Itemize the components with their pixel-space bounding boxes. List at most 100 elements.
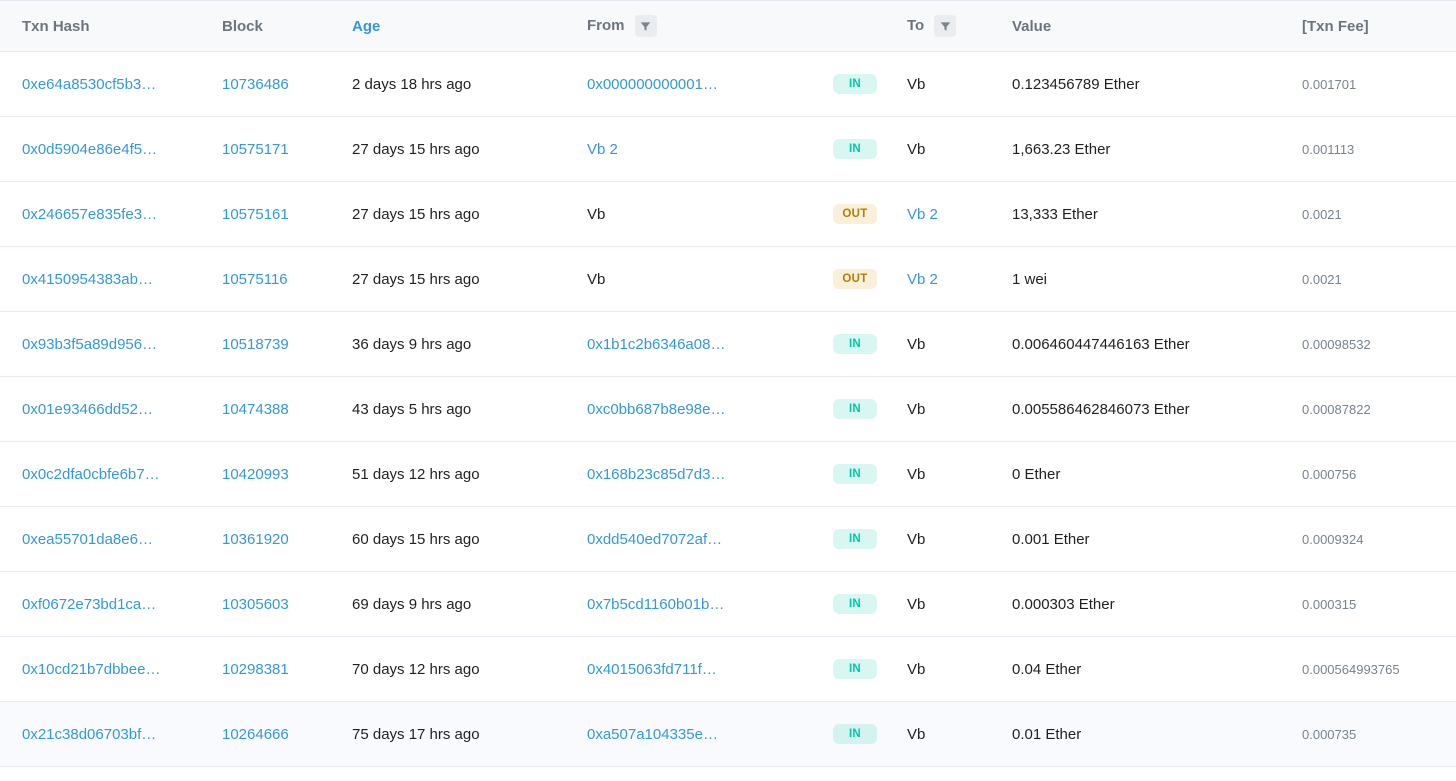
block-link[interactable]: 10361920 <box>222 531 289 548</box>
txn-hash-link[interactable]: 0x0c2dfa0cbfe6b7… <box>22 466 160 483</box>
direction-badge-out: OUT <box>833 204 877 224</box>
txn-hash-link[interactable]: 0xe64a8530cf5b3… <box>22 76 156 93</box>
value-cell: 0.01 Ether <box>1000 702 1290 767</box>
fee-cell: 0.0021 <box>1302 272 1342 287</box>
direction-badge-in: IN <box>833 594 877 614</box>
table-row: 0x246657e835fe3… 10575161 27 days 15 hrs a… <box>0 182 1456 247</box>
direction-badge-in: IN <box>833 529 877 549</box>
from-address[interactable]: 0xdd540ed7072af… <box>587 531 722 548</box>
age-cell: 2 days 18 hrs ago <box>340 52 575 117</box>
to-address: Vb <box>907 401 925 418</box>
value-cell: 1 wei <box>1000 247 1290 312</box>
block-link[interactable]: 10575161 <box>222 206 289 223</box>
block-link[interactable]: 10298381 <box>222 661 289 678</box>
column-header-to[interactable]: To <box>895 1 1000 52</box>
from-address[interactable]: 0x1b1c2b6346a08… <box>587 336 725 353</box>
fee-cell: 0.000735 <box>1302 727 1356 742</box>
age-cell: 27 days 15 hrs ago <box>340 182 575 247</box>
fee-cell: 0.00087822 <box>1302 402 1371 417</box>
age-cell: 60 days 15 hrs ago <box>340 507 575 572</box>
value-cell: 0.001 Ether <box>1000 507 1290 572</box>
from-address[interactable]: 0x000000000001… <box>587 76 718 93</box>
to-address: Vb <box>907 726 925 743</box>
column-header-from[interactable]: From <box>575 1 815 52</box>
table-row: 0x93b3f5a89d956…1051873936 days 9 hrs ag… <box>0 312 1456 377</box>
age-cell: 75 days 17 hrs ago <box>340 702 575 767</box>
age-sort-link[interactable]: Age <box>352 18 380 35</box>
block-link[interactable]: 10474388 <box>222 401 289 418</box>
table-row: 0xf0672e73bd1ca… 10305603 69 days 9 hrs ag… <box>0 572 1456 637</box>
value-cell: 0.123456789 Ether <box>1000 52 1290 117</box>
age-cell: 43 days 5 hrs ago <box>340 377 575 442</box>
to-address: Vb <box>907 336 925 353</box>
from-address: Vb <box>587 206 605 223</box>
value-cell: 0.005586462846073 Ether <box>1000 377 1290 442</box>
from-address[interactable]: 0x168b23c85d7d3… <box>587 466 725 483</box>
table-row: 0x4150954383ab…1057511627 days 15 hrs ag… <box>0 247 1456 312</box>
txn-hash-link[interactable]: 0x4150954383ab… <box>22 271 153 288</box>
direction-badge-in: IN <box>833 464 877 484</box>
block-link[interactable]: 10518739 <box>222 336 289 353</box>
from-address[interactable]: 0x4015063fd711f… <box>587 661 717 678</box>
to-address: Vb <box>907 466 925 483</box>
block-link[interactable]: 10305603 <box>222 596 289 613</box>
txn-hash-link[interactable]: 0xf0672e73bd1ca… <box>22 596 156 613</box>
column-header-block[interactable]: Block <box>210 1 340 52</box>
column-header-age[interactable]: Age <box>340 1 575 52</box>
direction-badge-out: OUT <box>833 269 877 289</box>
value-cell: 13,333 Ether <box>1000 182 1290 247</box>
table-row: 0x0d5904e86e4f5… 10575171 27 days 15 hrs a… <box>0 117 1456 182</box>
to-filter-button[interactable] <box>934 15 956 37</box>
direction-badge-in: IN <box>833 139 877 159</box>
direction-badge-in: IN <box>833 399 877 419</box>
fee-cell: 0.0009324 <box>1302 532 1363 547</box>
table-row: 0xe64a8530cf5b3… 10736486 2 days 18 hrs ag… <box>0 52 1456 117</box>
direction-badge-in: IN <box>833 334 877 354</box>
txn-hash-link[interactable]: 0x0d5904e86e4f5… <box>22 141 157 158</box>
age-cell: 69 days 9 hrs ago <box>340 572 575 637</box>
age-cell: 70 days 12 hrs ago <box>340 637 575 702</box>
value-cell: 1,663.23 Ether <box>1000 117 1290 182</box>
value-cell: 0.006460447446163 Ether <box>1000 312 1290 377</box>
to-address: Vb <box>907 531 925 548</box>
column-header-to-label: To <box>907 17 924 34</box>
from-address[interactable]: 0xc0bb687b8e98e… <box>587 401 725 418</box>
txn-hash-link[interactable]: 0x246657e835fe3… <box>22 206 157 223</box>
table-header-row: Txn Hash Block Age From To Value [Txn Fe… <box>0 1 1456 52</box>
value-cell: 0.000303 Ether <box>1000 572 1290 637</box>
from-address[interactable]: 0x7b5cd1160b01b… <box>587 596 724 613</box>
block-link[interactable]: 10736486 <box>222 76 289 93</box>
column-header-value[interactable]: Value <box>1000 1 1290 52</box>
transactions-table: Txn Hash Block Age From To Value [Txn Fe… <box>0 0 1456 767</box>
direction-badge-in: IN <box>833 659 877 679</box>
from-address[interactable]: Vb 2 <box>587 141 618 158</box>
column-header-direction <box>815 1 895 52</box>
fee-cell: 0.000564993765 <box>1302 662 1400 677</box>
age-cell: 51 days 12 hrs ago <box>340 442 575 507</box>
txn-hash-link[interactable]: 0xea55701da8e6… <box>22 531 153 548</box>
age-cell: 27 days 15 hrs ago <box>340 117 575 182</box>
value-cell: 0.04 Ether <box>1000 637 1290 702</box>
txn-hash-link[interactable]: 0x21c38d06703bf… <box>22 726 156 743</box>
block-link[interactable]: 10575171 <box>222 141 289 158</box>
from-filter-button[interactable] <box>635 15 657 37</box>
column-header-from-label: From <box>587 17 625 34</box>
from-address[interactable]: 0xa507a104335e… <box>587 726 718 743</box>
block-link[interactable]: 10575116 <box>222 271 288 288</box>
to-address: Vb <box>907 596 925 613</box>
fee-cell: 0.000315 <box>1302 597 1356 612</box>
txn-hash-link[interactable]: 0x93b3f5a89d956… <box>22 336 157 353</box>
txn-hash-link[interactable]: 0x01e93466dd52… <box>22 401 153 418</box>
txn-hash-link[interactable]: 0x10cd21b7dbbee… <box>22 661 160 678</box>
filter-icon <box>640 21 651 32</box>
column-header-hash[interactable]: Txn Hash <box>0 1 210 52</box>
column-header-fee[interactable]: [Txn Fee] <box>1290 1 1456 52</box>
table-row: 0x21c38d06703bf… 10264666 75 days 17 hrs a… <box>0 702 1456 767</box>
table-row: 0x10cd21b7dbbee… 10298381 70 days 12 hrs a… <box>0 637 1456 702</box>
to-address[interactable]: Vb 2 <box>907 271 938 288</box>
block-link[interactable]: 10420993 <box>222 466 289 483</box>
to-address: Vb <box>907 661 925 678</box>
filter-icon <box>940 21 951 32</box>
to-address[interactable]: Vb 2 <box>907 206 938 223</box>
block-link[interactable]: 10264666 <box>222 726 289 743</box>
